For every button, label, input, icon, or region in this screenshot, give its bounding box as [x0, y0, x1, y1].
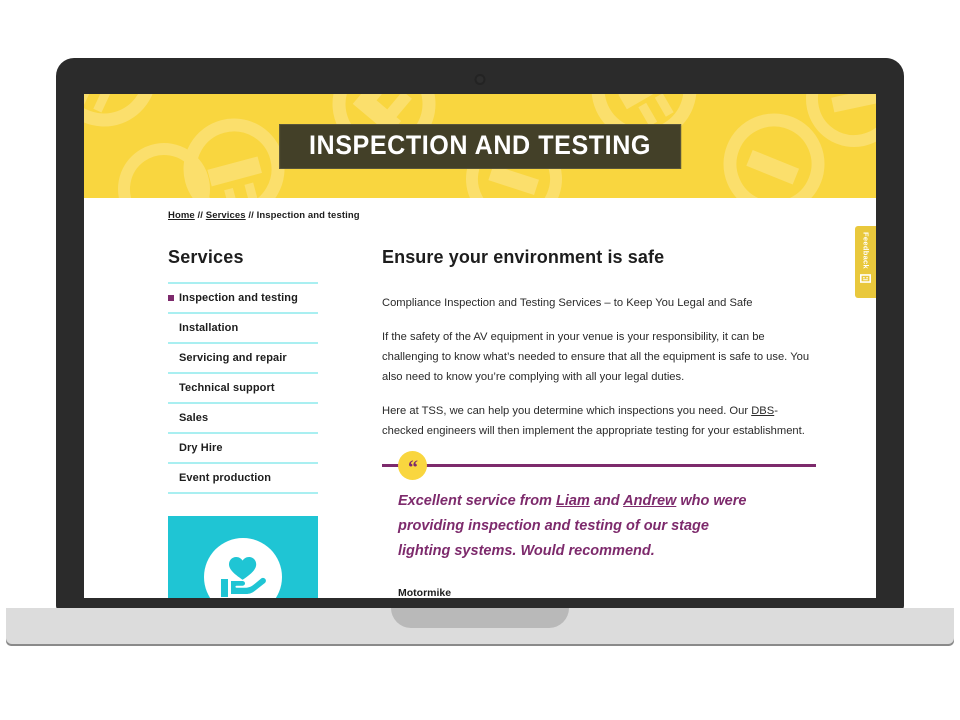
sidebar-item-label: Installation: [179, 322, 239, 334]
testimonial-author: Motormike: [398, 586, 452, 598]
quote-mark-icon: “: [398, 450, 427, 480]
sidebar-title: Services: [168, 247, 244, 267]
feedback-tab[interactable]: Feedback: [855, 226, 876, 298]
page-body: Home // Services // Inspection and testi…: [84, 198, 876, 598]
promo-circle: [204, 538, 282, 598]
quote-segment: Excellent service from: [398, 492, 556, 509]
content-columns: Services Inspection and testing Installa…: [84, 221, 876, 598]
quote-name-liam: Liam: [555, 492, 590, 509]
testimonial: “ Excellent service from Liam and Andrew…: [382, 450, 816, 598]
feedback-label: Feedback: [861, 232, 871, 269]
breadcrumb-separator: //: [194, 210, 206, 221]
breadcrumb: Home // Services // Inspection and testi…: [84, 198, 876, 221]
hand-holding-heart-icon: [221, 557, 266, 597]
sidebar-nav: Inspection and testing Installation Serv…: [168, 282, 318, 494]
page-title-banner: INSPECTION AND TESTING: [279, 124, 681, 169]
sidebar-item-label: Servicing and repair: [179, 352, 287, 364]
sidebar-item-label: Technical support: [179, 382, 275, 394]
sidebar-item-event-production[interactable]: Event production: [168, 462, 318, 494]
intro-paragraph: Compliance Inspection and Testing Servic…: [382, 297, 753, 309]
body-paragraph-3: Here at TSS, we can help you determine w…: [382, 402, 816, 442]
breadcrumb-separator: //: [245, 210, 257, 221]
sidebar-item-sales[interactable]: Sales: [168, 402, 318, 432]
paragraph-text: Here at TSS, we can help you determine w…: [382, 404, 752, 417]
sidebar-item-inspection-and-testing[interactable]: Inspection and testing: [168, 282, 318, 312]
trackpad-notch: [391, 608, 569, 628]
webcam-icon: [474, 74, 486, 85]
sidebar-item-dry-hire[interactable]: Dry Hire: [168, 432, 318, 462]
laptop-lid: INSPECTION AND TESTING Home // Services …: [56, 58, 904, 610]
body-paragraph-2: If the safety of the AV equipment in you…: [382, 330, 810, 383]
sidebar-item-label: Dry Hire: [179, 442, 223, 454]
main-content: Ensure your environment is safe Complian…: [382, 247, 876, 598]
active-bullet-icon: [168, 295, 174, 301]
screenshot-stage: INSPECTION AND TESTING Home // Services …: [0, 0, 960, 720]
sidebar-item-technical-support[interactable]: Technical support: [168, 372, 318, 402]
dbs-link[interactable]: DBS: [751, 405, 774, 417]
breadcrumb-link-services[interactable]: Services: [206, 210, 246, 221]
promo-card[interactable]: [168, 516, 318, 598]
quote-segment: and: [589, 492, 624, 509]
sidebar-item-label: Sales: [179, 412, 209, 424]
quote-name-andrew: Andrew: [623, 492, 677, 509]
testimonial-quote: Excellent service from Liam and Andrew w…: [398, 489, 758, 565]
breadcrumb-current: Inspection and testing: [256, 210, 360, 221]
page-title: INSPECTION AND TESTING: [309, 130, 651, 160]
main-heading: Ensure your environment is safe: [382, 247, 665, 267]
sidebar: Services Inspection and testing Installa…: [168, 247, 318, 598]
envelope-icon: [860, 274, 871, 283]
sidebar-item-servicing-and-repair[interactable]: Servicing and repair: [168, 342, 318, 372]
testimonial-rule: “: [382, 450, 816, 480]
browser-screen: INSPECTION AND TESTING Home // Services …: [84, 94, 876, 598]
breadcrumb-link-home[interactable]: Home: [168, 210, 195, 221]
sidebar-item-label: Inspection and testing: [179, 292, 298, 304]
site-header: INSPECTION AND TESTING: [84, 94, 876, 198]
sidebar-item-installation[interactable]: Installation: [168, 312, 318, 342]
sidebar-item-label: Event production: [179, 472, 272, 484]
